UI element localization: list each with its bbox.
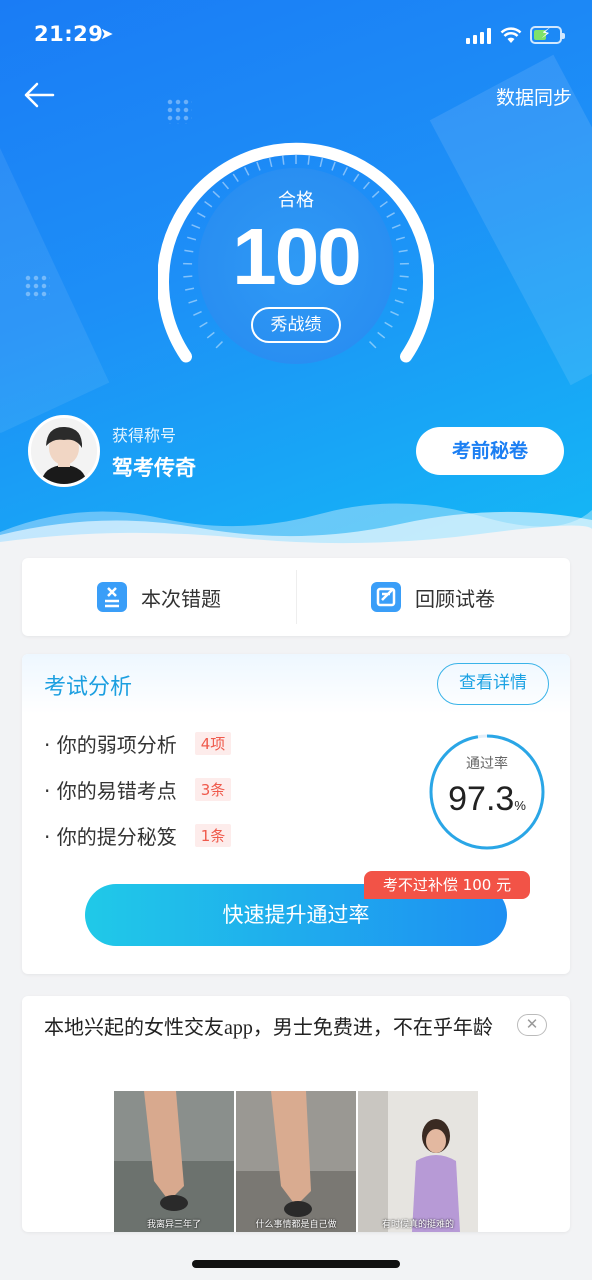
hero-wave: [0, 503, 592, 545]
result-hero: 21:29 ➤ ⚡ 数据同步 合格 100 秀战绩 获得称号 驾考传奇 考前秘卷: [0, 0, 592, 545]
wrong-questions-label: 本次错题: [141, 586, 221, 611]
gauge-tick: [307, 155, 311, 165]
score-tips-row[interactable]: · 你的提分秘笈 1条: [44, 821, 232, 850]
weak-item-row[interactable]: · 你的弱项分析 4项: [44, 729, 232, 758]
battery-icon: ⚡: [530, 26, 565, 44]
gauge-tick: [268, 157, 273, 168]
exam-analysis-card: 考试分析 查看详情 · 你的弱项分析 4项 · 你的易错考点 3条 · 你的提分…: [22, 654, 570, 974]
ad-image[interactable]: 什么事情都是自己做: [236, 1091, 356, 1232]
gauge-tick: [256, 161, 261, 171]
gauge-tick: [377, 331, 386, 339]
gauge-tick: [390, 310, 399, 316]
review-paper-button[interactable]: 回顾试卷: [296, 558, 570, 636]
pass-rate-value: 97.3%: [448, 780, 526, 818]
home-indicator[interactable]: [192, 1260, 400, 1268]
ad-caption: 我离异三年了: [146, 1220, 201, 1230]
analysis-title: 考试分析: [44, 675, 133, 700]
ad-caption: 什么事情都是自己做: [255, 1220, 337, 1230]
gauge-tick: [353, 173, 360, 182]
error-prone-count-badge: 3条: [194, 778, 232, 801]
pre-exam-secret-button[interactable]: 考前秘卷: [416, 427, 564, 475]
signal-icon: [466, 28, 492, 44]
status-time: 21:29: [34, 22, 104, 46]
score-value: 100: [232, 212, 361, 301]
gauge-tick: [384, 321, 393, 328]
score-tips-label: · 你的提分秘笈: [44, 825, 177, 849]
score-tips-count-badge: 1条: [194, 824, 232, 847]
wrong-questions-button[interactable]: 本次错题: [22, 558, 296, 636]
gauge-tick: [232, 173, 239, 182]
gauge-tick: [193, 310, 202, 316]
gauge-tick: [244, 166, 250, 176]
wifi-icon: [500, 27, 522, 43]
gauge-tick: [319, 157, 324, 168]
earned-title: 驾考传奇: [112, 456, 196, 480]
ad-text[interactable]: 本地兴起的女性交友app，男士免费进，不在乎年龄: [44, 1012, 514, 1044]
decor-dots: [166, 98, 192, 124]
gauge-tick: [342, 166, 348, 176]
show-score-button[interactable]: 秀战绩: [251, 307, 341, 343]
pass-rate-caption: 通过率: [466, 756, 508, 772]
ad-caption: 有时候真的挺难的: [381, 1220, 454, 1230]
error-prone-label: · 你的易错考点: [44, 779, 177, 803]
review-paper-icon: [371, 582, 401, 612]
weak-item-count-badge: 4项: [194, 732, 232, 755]
error-prone-row[interactable]: · 你的易错考点 3条: [44, 775, 232, 804]
close-icon[interactable]: ✕: [517, 1014, 547, 1036]
wrong-questions-icon: [97, 582, 127, 612]
weak-item-label: · 你的弱项分析: [44, 733, 177, 757]
view-details-button[interactable]: 查看详情: [437, 663, 549, 705]
ad-card[interactable]: 本地兴起的女性交友app，男士免费进，不在乎年龄 ✕ 我离异三年了 什么事情都是…: [22, 996, 570, 1232]
gauge-tick: [369, 341, 377, 349]
gauge-tick: [206, 331, 215, 339]
status-bar: 21:29 ➤ ⚡: [0, 0, 592, 70]
ad-image[interactable]: 有时候真的挺难的: [358, 1091, 478, 1232]
avatar-image: [31, 418, 97, 484]
pass-label: 合格: [278, 190, 314, 211]
ad-image[interactable]: 我离异三年了: [114, 1091, 234, 1232]
location-arrow-icon: ➤: [100, 24, 114, 43]
gauge-tick: [199, 321, 208, 328]
review-paper-label: 回顾试卷: [415, 586, 495, 611]
arrow-left-icon[interactable]: [22, 80, 56, 110]
compensation-badge: 考不过补偿 100 元: [364, 871, 530, 899]
title-caption: 获得称号: [112, 426, 177, 445]
gauge-tick: [281, 155, 285, 165]
avatar[interactable]: [28, 415, 100, 487]
gauge-tick: [331, 161, 336, 171]
gauge-tick: [215, 341, 223, 349]
data-sync-button[interactable]: 数据同步: [496, 83, 572, 110]
quick-actions-card: 本次错题 回顾试卷: [22, 558, 570, 636]
